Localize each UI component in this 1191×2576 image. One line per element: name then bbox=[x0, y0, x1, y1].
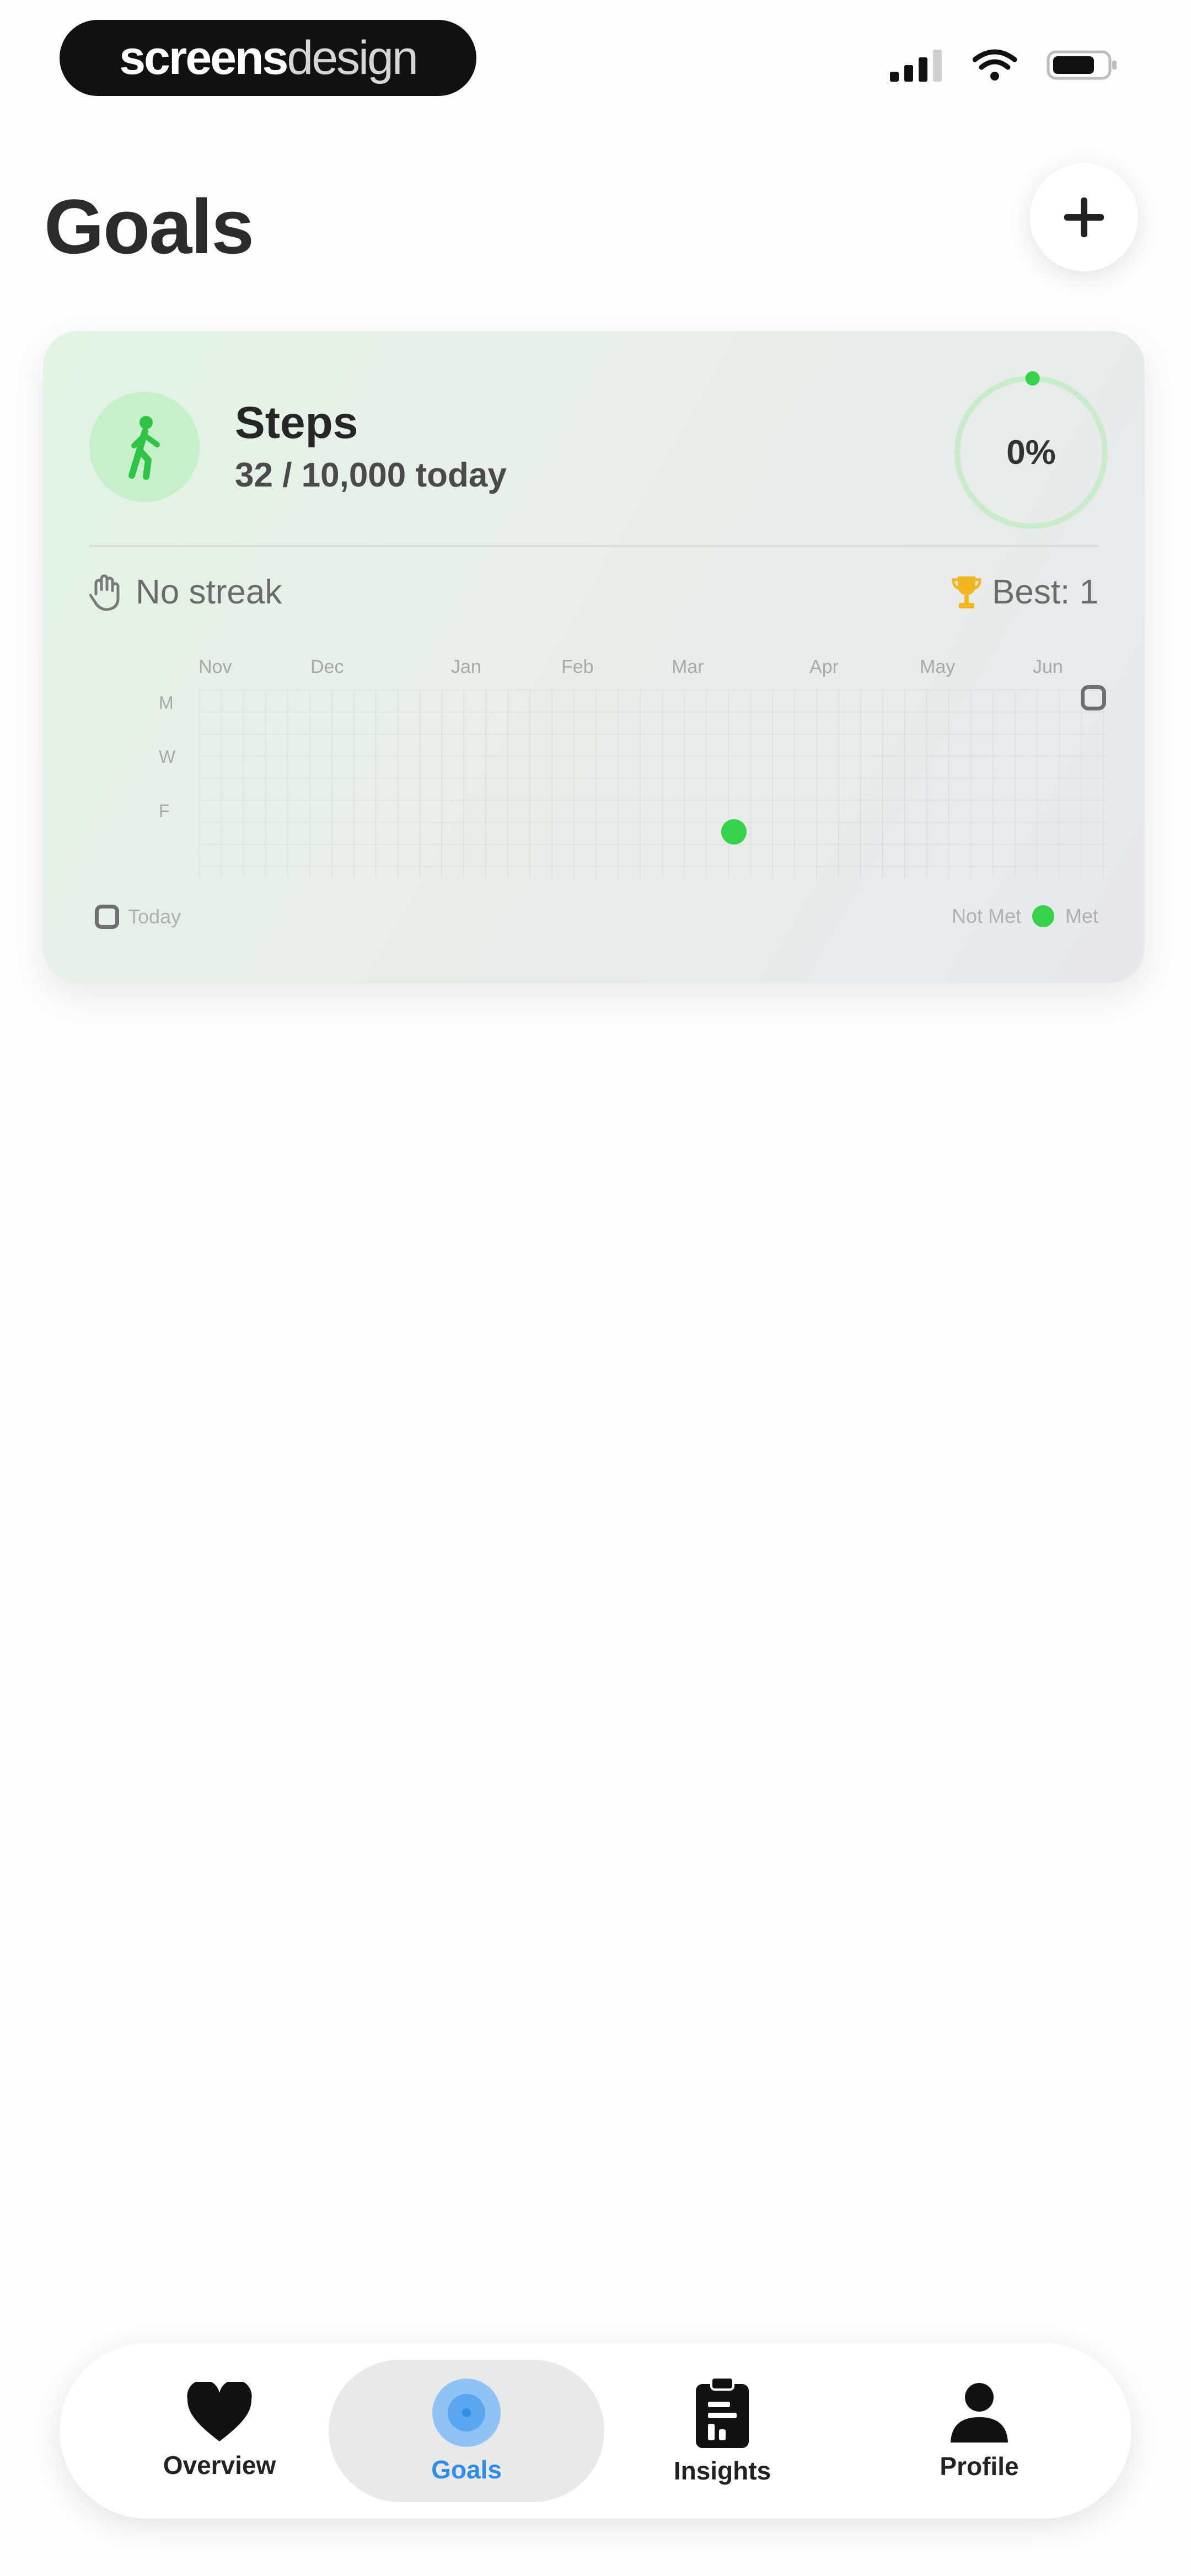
tab-overview-label: Overview bbox=[163, 2451, 276, 2479]
month-label: Feb bbox=[561, 656, 594, 677]
plus-icon bbox=[1064, 197, 1104, 237]
wifi-icon bbox=[973, 49, 1017, 81]
month-label: Jun bbox=[1033, 656, 1063, 677]
streak-label: No streak bbox=[136, 573, 282, 611]
heart-icon bbox=[187, 2382, 252, 2441]
tab-insights[interactable]: Insights bbox=[584, 2360, 860, 2502]
legend-today-label: Today bbox=[128, 905, 181, 928]
heatmap-today-marker[interactable] bbox=[1081, 685, 1106, 710]
goal-card-steps[interactable]: Steps 32 / 10,000 today 0% No streak Bes… bbox=[43, 331, 1145, 983]
goal-title: Steps bbox=[235, 398, 358, 448]
person-icon bbox=[951, 2383, 1008, 2443]
best-streak: Best: 1 bbox=[951, 573, 1098, 612]
streak-info: No streak bbox=[89, 573, 282, 612]
target-icon bbox=[432, 2379, 501, 2447]
status-icons bbox=[890, 49, 1118, 82]
brand-logo-part2: design bbox=[287, 31, 418, 84]
legend-not-met-label: Not Met bbox=[951, 905, 1021, 927]
legend-today: Today bbox=[95, 905, 181, 929]
tab-insights-label: Insights bbox=[673, 2456, 771, 2485]
month-label: May bbox=[920, 656, 956, 677]
add-goal-button[interactable] bbox=[1030, 163, 1138, 271]
activity-heatmap: Nov Dec Jan Feb Mar Apr May Jun M W F bbox=[76, 656, 1124, 943]
status-bar: screens design bbox=[0, 0, 1191, 116]
brand-logo-part1: screens bbox=[119, 31, 288, 84]
goal-icon-badge bbox=[89, 392, 200, 502]
hand-icon bbox=[89, 574, 120, 611]
month-label: Mar bbox=[672, 656, 704, 677]
month-label: Nov bbox=[198, 656, 232, 677]
goals-screen: screens design Goals Steps 32 / 10,000 t… bbox=[0, 0, 1191, 2576]
tab-profile[interactable]: Profile bbox=[841, 2360, 1117, 2502]
heatmap-met-day[interactable] bbox=[721, 819, 747, 845]
bottom-tab-bar: Overview Goals Insights Profile bbox=[60, 2343, 1131, 2519]
heatmap-grid bbox=[198, 690, 1108, 878]
month-label: Dec bbox=[310, 656, 344, 677]
goal-progress-text: 32 / 10,000 today bbox=[235, 456, 507, 494]
legend-met-dot bbox=[1032, 905, 1054, 927]
legend-met-label: Met bbox=[1065, 905, 1098, 927]
day-label: M bbox=[159, 693, 174, 713]
battery-icon bbox=[1047, 50, 1117, 80]
day-label: W bbox=[159, 747, 176, 767]
page-title: Goals bbox=[44, 183, 254, 270]
trophy-icon bbox=[952, 576, 981, 608]
tab-goals-label: Goals bbox=[431, 2455, 502, 2484]
best-streak-label: Best: 1 bbox=[992, 573, 1098, 611]
walking-icon bbox=[128, 416, 160, 480]
legend-today-box bbox=[95, 905, 119, 929]
legend-met: Not Met Met bbox=[952, 905, 1098, 928]
tab-overview[interactable]: Overview bbox=[82, 2360, 357, 2502]
month-label: Apr bbox=[809, 656, 839, 677]
progress-percent: 0% bbox=[1006, 433, 1056, 472]
month-label: Jan bbox=[451, 656, 481, 677]
tab-goals[interactable]: Goals bbox=[329, 2360, 604, 2502]
tab-profile-label: Profile bbox=[940, 2452, 1019, 2481]
signal-icon bbox=[890, 50, 942, 82]
card-divider bbox=[89, 545, 1098, 547]
brand-logo: screens design bbox=[60, 20, 476, 96]
day-label: F bbox=[159, 801, 170, 821]
clipboard-icon bbox=[696, 2376, 749, 2448]
